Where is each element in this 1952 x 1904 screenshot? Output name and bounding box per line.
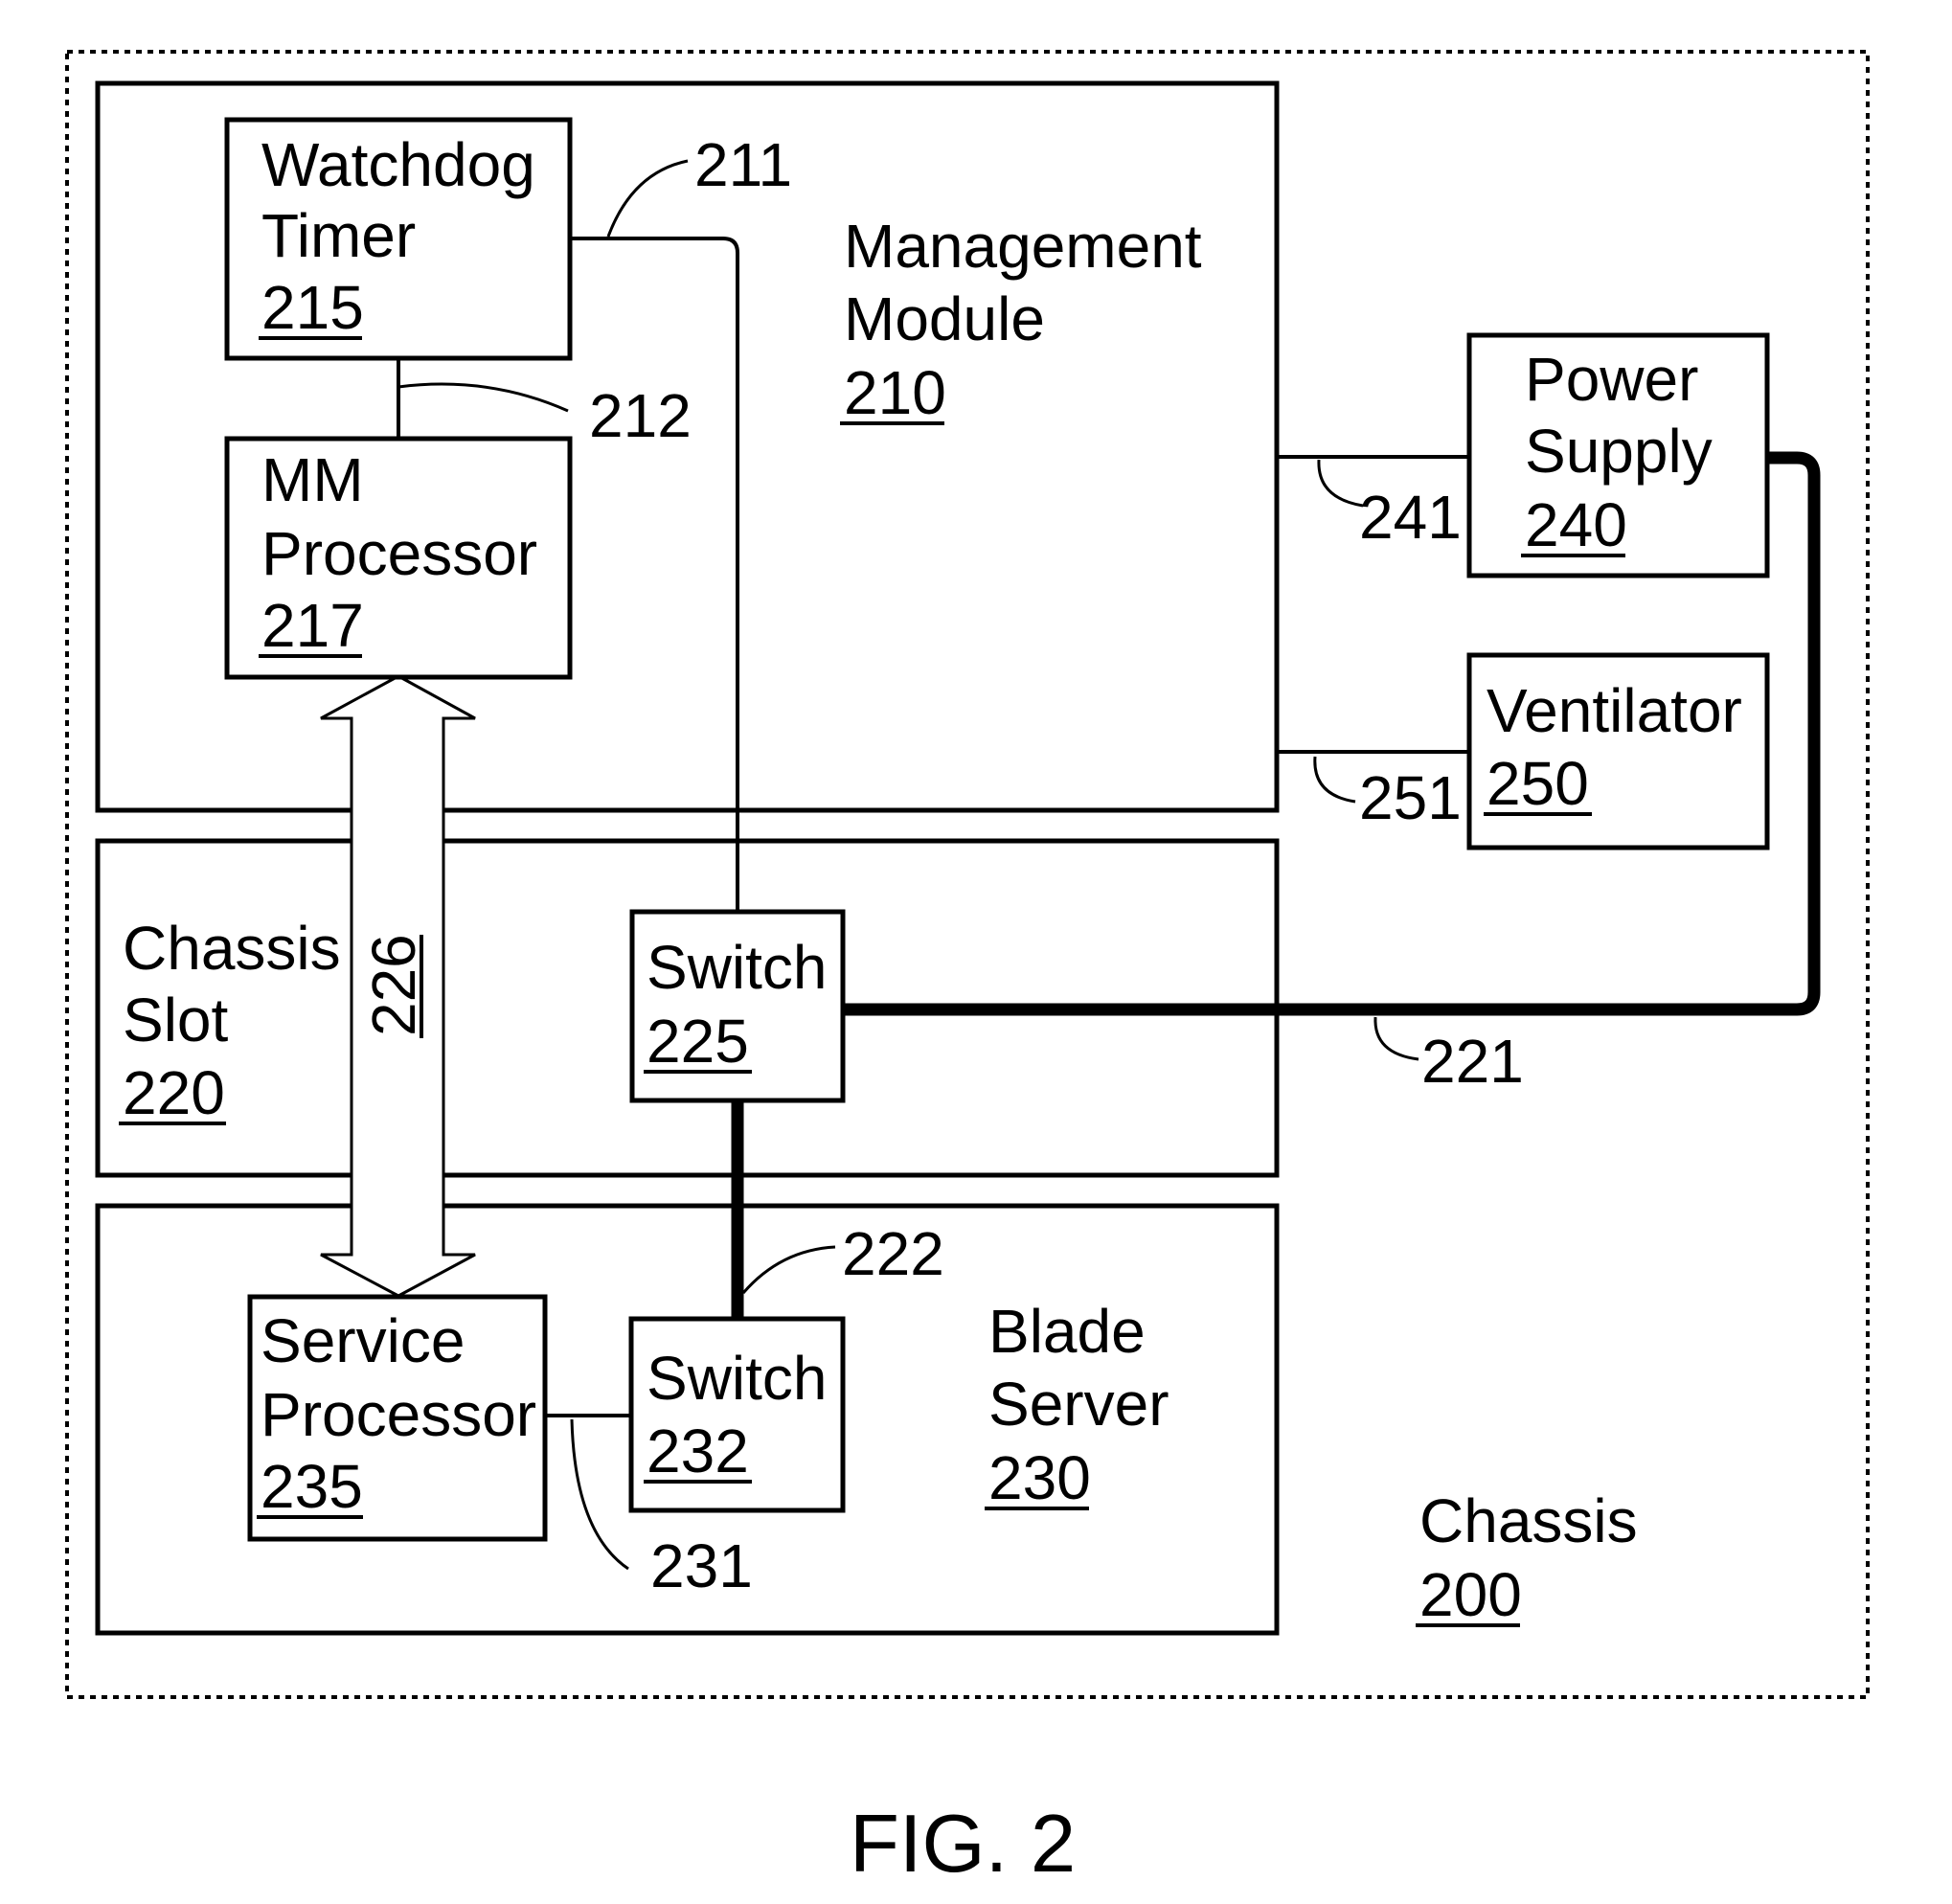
power-supply-label-line1: Power [1525,345,1698,414]
connection-ref-222: 222 [842,1219,944,1288]
chassis-slot-label-line1: Chassis [123,914,341,983]
connection-ref-231: 231 [650,1531,753,1600]
management-module-label-line1: Management [844,212,1202,281]
connection-ref-221: 221 [1421,1027,1524,1096]
blade-server-ref: 230 [988,1443,1091,1512]
power-supply-ref: 240 [1525,490,1627,559]
switch-232-ref: 232 [647,1417,749,1485]
connection-ref-251: 251 [1359,763,1462,832]
management-module-ref: 210 [844,358,946,427]
mm-processor-label-line1: MM [261,445,364,514]
leader-212 [397,382,569,413]
service-processor-label-line2: Processor [261,1380,536,1449]
power-supply-label-line2: Supply [1525,417,1713,486]
watchdog-timer-label-line2: Timer [261,201,416,270]
mm-processor-ref: 217 [261,591,364,660]
leader-251 [1313,756,1356,804]
ventilator-ref: 250 [1487,749,1589,818]
connection-ref-226: 226 [359,934,428,1036]
mm-processor-label-line2: Processor [261,519,537,588]
connection-ref-226-group: 226 [359,934,428,1038]
figure-caption: FIG. 2 [850,1799,1076,1890]
blade-server-label-line2: Server [988,1370,1169,1439]
blade-server-label-line1: Blade [988,1297,1146,1366]
fig2-diagram: Watchdog Timer 215 MM Processor 217 Mana… [65,50,1870,1890]
chassis-label: Chassis [1419,1486,1638,1555]
leader-231 [570,1418,629,1571]
switch-225-ref: 225 [647,1007,749,1076]
connection-ref-212: 212 [589,381,692,450]
connection-ref-211: 211 [694,130,792,199]
leader-222 [741,1245,836,1294]
switch-232-label: Switch [647,1344,828,1413]
chassis-slot-ref: 220 [123,1058,225,1127]
connection-ref-241: 241 [1359,483,1462,552]
chassis-slot-label-line2: Slot [123,986,229,1054]
leader-211 [606,159,689,238]
watchdog-timer-label-line1: Watchdog [261,130,535,199]
service-processor-label-line1: Service [261,1306,465,1375]
management-module-label-line2: Module [844,284,1045,353]
leader-241 [1317,459,1364,508]
watchdog-timer-ref: 215 [261,273,364,342]
service-processor-ref: 235 [261,1452,363,1521]
switch-225-label: Switch [647,933,828,1002]
chassis-ref: 200 [1419,1560,1522,1629]
ventilator-label-line1: Ventilator [1487,676,1742,745]
leader-221 [1373,1016,1419,1061]
